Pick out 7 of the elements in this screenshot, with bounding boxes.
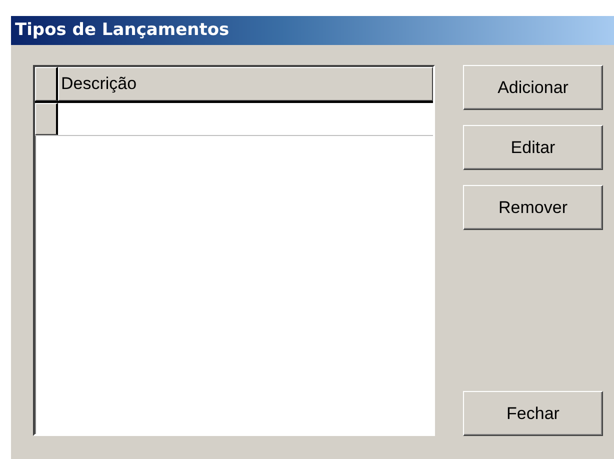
action-button[interactable]: Adicionar xyxy=(463,65,603,110)
row-indicator[interactable] xyxy=(35,103,58,135)
action-button[interactable]: Editar xyxy=(463,125,603,170)
action-button[interactable]: Remover xyxy=(463,185,603,230)
window-title: Tipos de Lançamentos xyxy=(11,16,614,45)
column-header[interactable]: Descrição xyxy=(58,67,433,101)
close-button[interactable]: Fechar xyxy=(463,391,603,436)
